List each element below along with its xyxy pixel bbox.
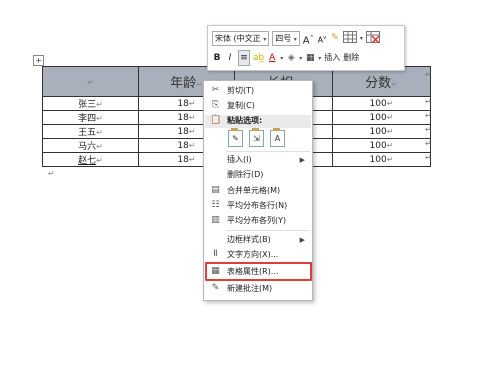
paragraph-mark: ↵ <box>87 78 94 87</box>
chevron-down-icon[interactable]: ▾ <box>318 55 321 62</box>
table-icon[interactable] <box>342 31 357 45</box>
paste-options-label: 📋 粘贴选项: <box>210 115 263 125</box>
shrink-font-button[interactable]: Av <box>317 31 327 45</box>
row-end-mark: ↵ <box>425 70 432 79</box>
mini-toolbar: 宋体 (中文正 ▾ 四号 ▾ A^ Av ✎ ▾ B I ≡ ab̲ A ▾ ◈… <box>207 25 405 71</box>
row-end-mark: ↵ <box>425 153 432 162</box>
grow-font-button[interactable]: A^ <box>303 31 314 46</box>
bold-button[interactable]: B <box>212 51 222 65</box>
font-color-button[interactable]: A <box>267 51 277 65</box>
cell-score[interactable]: 100↵ <box>332 96 431 111</box>
paste-merge-format-icon[interactable]: ⇲ <box>249 128 264 147</box>
cell-score[interactable]: 100↵ <box>332 110 431 125</box>
italic-button[interactable]: I <box>225 51 235 65</box>
menu-item-distribute-rows[interactable]: ☷ 平均分布各行(N) <box>204 199 312 213</box>
menu-item-insert[interactable]: 插入(I) ▶ <box>204 153 312 167</box>
cell-score[interactable]: 100↵ <box>332 138 431 153</box>
menu-item-new-comment[interactable]: ✎ 新建批注(M) <box>204 282 312 296</box>
menu-item-distribute-cols[interactable]: ▥ 平均分布各列(Y) <box>204 214 312 228</box>
chevron-right-icon: ▶ <box>299 236 305 244</box>
paste-options-row: ✎ ⇲ A <box>228 128 285 148</box>
delete-table-icon[interactable] <box>365 31 380 45</box>
row-end-mark: ↵ <box>425 125 432 134</box>
align-center-icon[interactable]: ≡ <box>238 50 250 66</box>
cell-score[interactable]: 100↵ <box>332 124 431 139</box>
font-name-select[interactable]: 宋体 (中文正 ▾ <box>212 30 270 46</box>
menu-item-border-styles[interactable]: 边框样式(B) ▶ <box>204 233 312 247</box>
menu-item-copy[interactable]: ⎘ 复制(C) <box>204 99 312 113</box>
menu-separator <box>226 230 310 231</box>
row-end-mark: ↵ <box>425 139 432 148</box>
cell-name[interactable]: 张三↵ <box>42 96 139 111</box>
row-end-mark: ↵ <box>425 111 432 120</box>
delete-button[interactable]: 删除 <box>343 51 359 65</box>
chevron-down-icon[interactable]: ▾ <box>360 35 363 42</box>
menu-item-cut[interactable]: ✂ 剪切(T) <box>204 84 312 98</box>
cell-name[interactable]: 马六↵ <box>42 138 139 153</box>
header-cell-score[interactable]: 分数↵ <box>332 66 431 97</box>
document-end-mark: ↵ <box>48 169 55 178</box>
menu-item-text-direction[interactable]: Ⅱ 文字方向(X)... <box>204 248 312 262</box>
menu-item-delete-row[interactable]: 删除行(D) <box>204 168 312 182</box>
chevron-down-icon[interactable]: ▾ <box>280 55 283 62</box>
merge-cells-icon: ▤ <box>211 185 220 195</box>
row-end-mark: ↵ <box>425 97 432 106</box>
highlight-annotation-box <box>205 262 312 281</box>
cell-name[interactable]: 赵七↵ <box>42 152 139 167</box>
header-cell-name[interactable]: ↵ <box>42 66 139 97</box>
paste-text-only-icon[interactable]: A <box>270 128 285 147</box>
highlight-icon[interactable]: ab̲ <box>253 51 264 65</box>
paste-keep-format-icon[interactable]: ✎ <box>228 128 243 147</box>
menu-separator <box>226 151 310 152</box>
text-direction-icon: Ⅱ <box>213 249 218 259</box>
chevron-down-icon[interactable]: ▾ <box>299 55 302 62</box>
paintbrush-icon[interactable]: ✎ <box>330 31 340 45</box>
distribute-columns-icon: ▥ <box>211 215 220 225</box>
cell-name[interactable]: 王五↵ <box>42 124 139 139</box>
borders-icon[interactable]: ▦ <box>305 51 315 65</box>
shading-icon[interactable]: ◈ <box>286 51 296 65</box>
clipboard-icon: 📋 <box>210 115 222 125</box>
comment-icon: ✎ <box>211 283 220 293</box>
distribute-rows-icon: ☷ <box>211 200 220 210</box>
menu-item-merge-cells[interactable]: ▤ 合并单元格(M) <box>204 184 312 198</box>
cell-score[interactable]: 100↵ <box>332 152 431 167</box>
scissors-icon: ✂ <box>211 85 220 95</box>
cell-name[interactable]: 李四↵ <box>42 110 139 125</box>
copy-icon: ⎘ <box>211 100 220 110</box>
font-size-select[interactable]: 四号 ▾ <box>272 30 300 46</box>
chevron-right-icon: ▶ <box>299 156 305 164</box>
insert-button[interactable]: 插入 <box>324 51 340 65</box>
table-move-handle-icon[interactable]: + <box>33 55 44 66</box>
